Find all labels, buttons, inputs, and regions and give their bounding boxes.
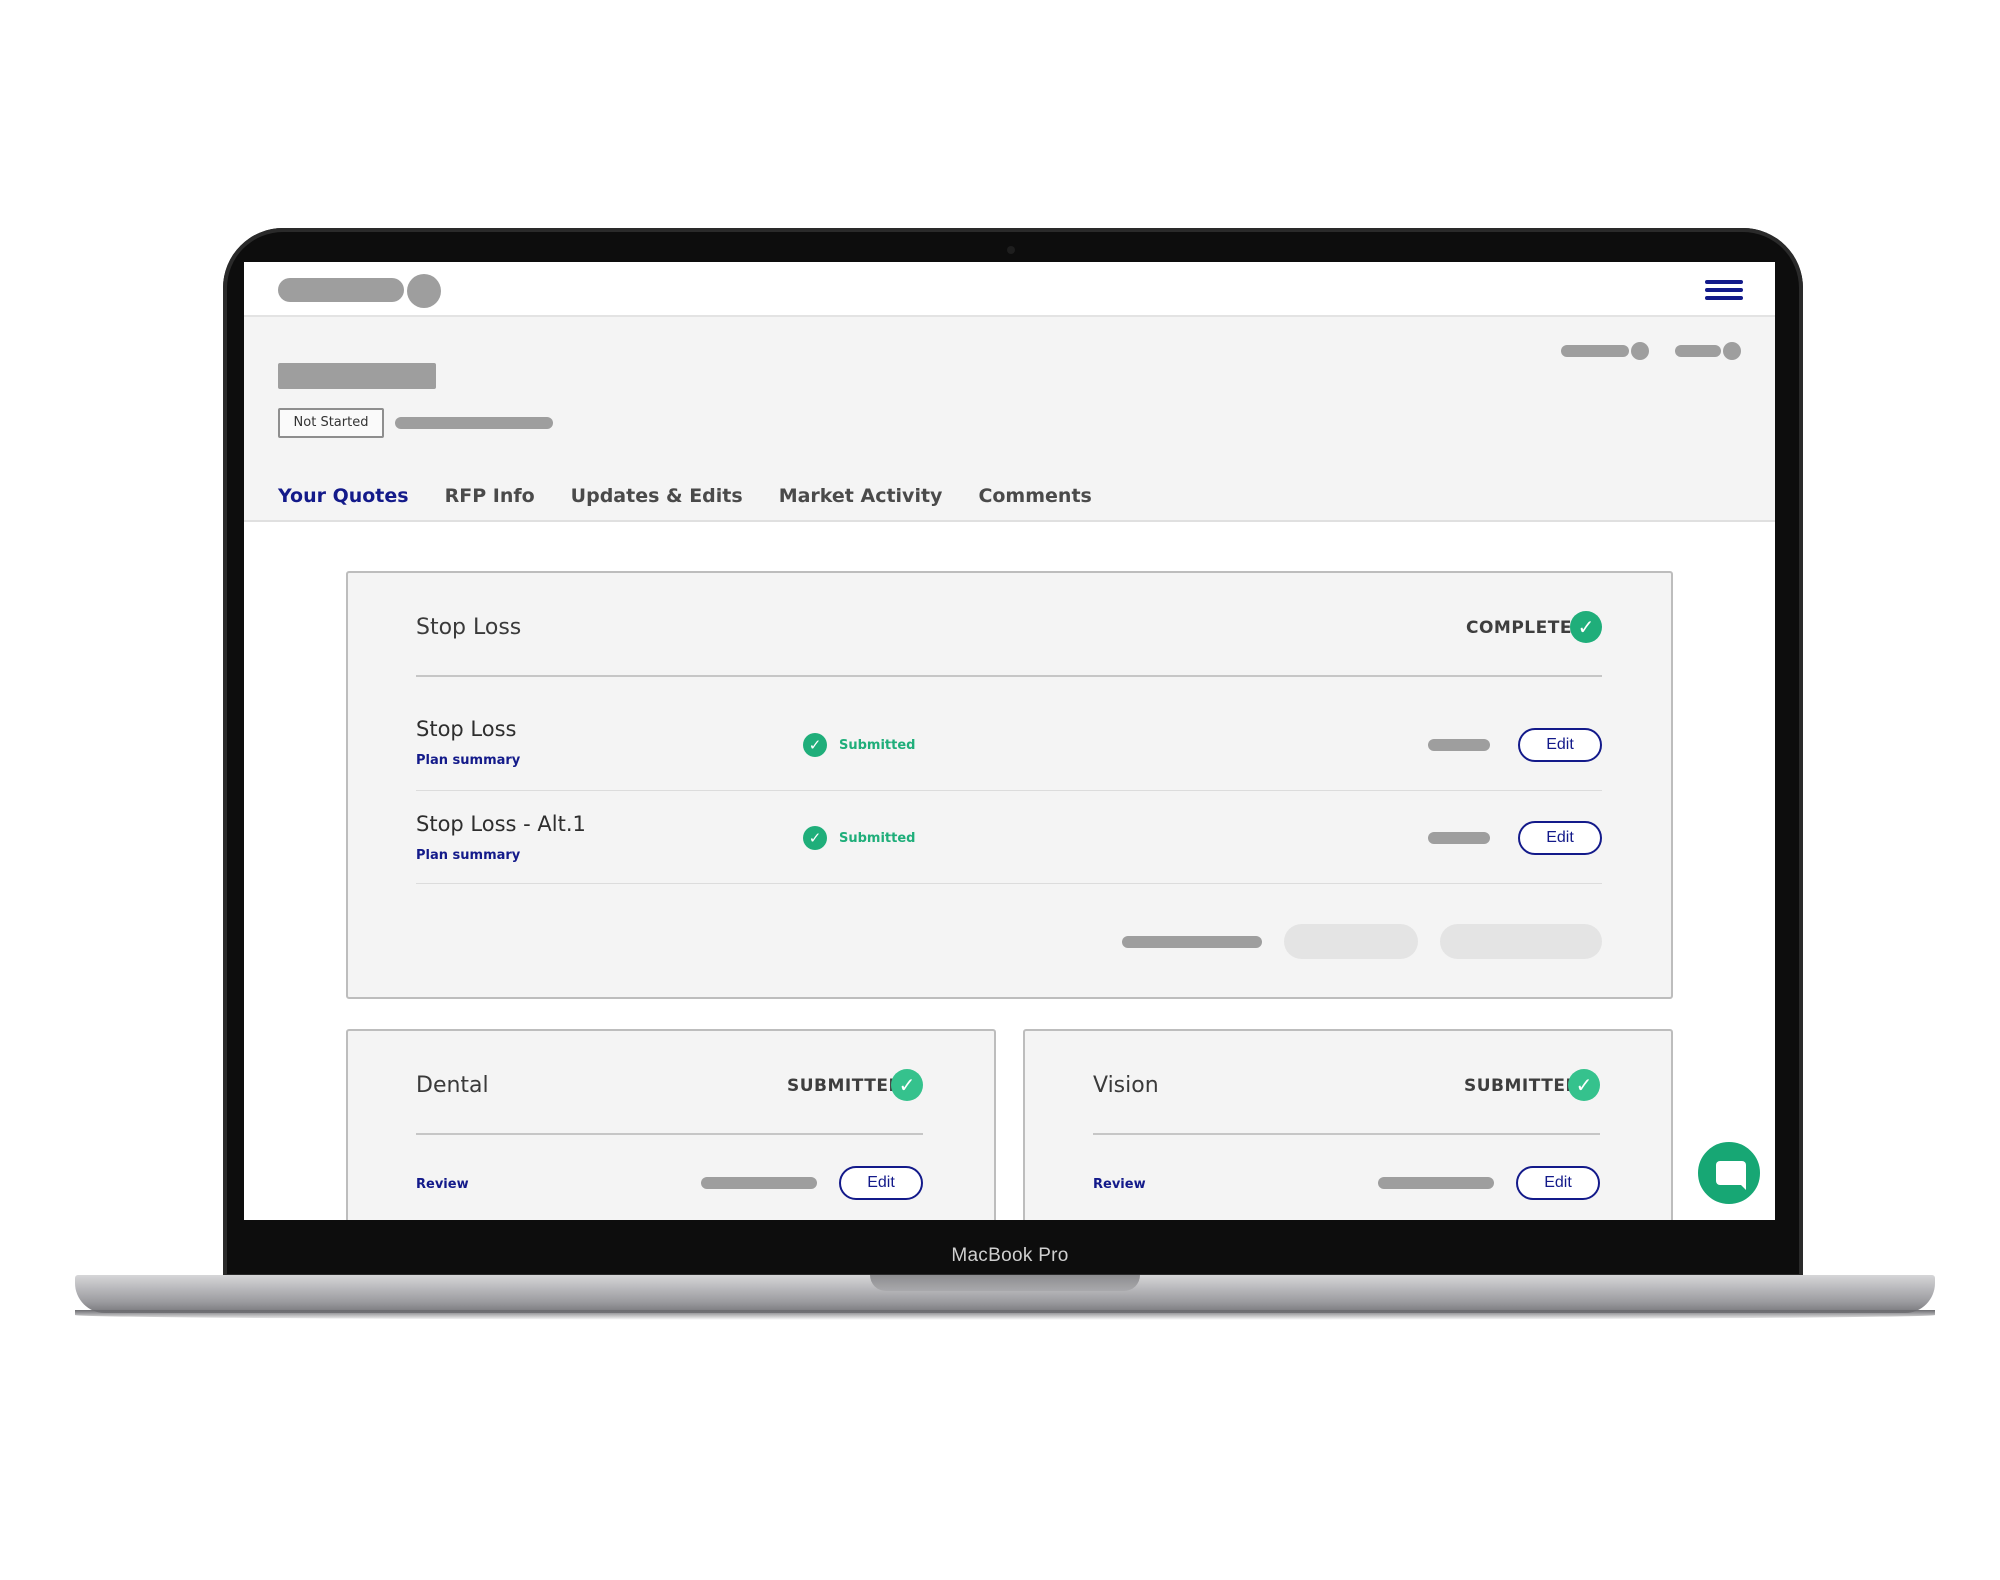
header-action-placeholder-2[interactable] bbox=[1675, 345, 1721, 357]
laptop-base-shadow bbox=[75, 1310, 1935, 1320]
footer-text-placeholder bbox=[1122, 936, 1262, 948]
chat-button[interactable] bbox=[1695, 1139, 1763, 1207]
header-action-dot-1 bbox=[1631, 342, 1649, 360]
subtitle-placeholder bbox=[395, 417, 553, 429]
card-title: Stop Loss bbox=[416, 615, 522, 640]
check-circle-icon: ✓ bbox=[803, 826, 827, 850]
check-circle-icon: ✓ bbox=[1570, 611, 1602, 643]
status-badge: Not Started bbox=[278, 408, 384, 438]
check-circle-icon: ✓ bbox=[803, 733, 827, 757]
chat-bubble-tail bbox=[1736, 1180, 1746, 1190]
divider bbox=[1093, 1133, 1600, 1135]
card-title: Dental bbox=[416, 1073, 489, 1098]
card-status: SUBMITTED bbox=[1464, 1076, 1581, 1096]
check-circle-icon: ✓ bbox=[1568, 1069, 1600, 1101]
edit-button[interactable]: Edit bbox=[1518, 821, 1602, 855]
review-link[interactable]: Review bbox=[416, 1177, 469, 1192]
edit-button[interactable]: Edit bbox=[1518, 728, 1602, 762]
device-label: MacBook Pro bbox=[951, 1245, 1069, 1266]
card-status: COMPLETE bbox=[1466, 618, 1572, 638]
submitted-status: Submitted bbox=[839, 831, 916, 846]
row-divider bbox=[416, 790, 1602, 791]
camera-icon bbox=[1007, 246, 1015, 254]
edit-button[interactable]: Edit bbox=[839, 1166, 923, 1200]
row-divider bbox=[416, 883, 1602, 884]
page-title-placeholder bbox=[278, 363, 436, 389]
quote-row-title: Stop Loss - Alt.1 bbox=[416, 812, 586, 836]
value-placeholder bbox=[1378, 1177, 1494, 1189]
logo-placeholder bbox=[278, 278, 404, 302]
hamburger-menu-icon[interactable] bbox=[1705, 280, 1743, 300]
laptop-notch bbox=[870, 1275, 1140, 1291]
footer-button-placeholder-1[interactable] bbox=[1284, 924, 1418, 959]
plan-summary-link[interactable]: Plan summary bbox=[416, 753, 520, 768]
logo-placeholder-dot bbox=[407, 274, 441, 308]
footer-button-placeholder-2[interactable] bbox=[1440, 924, 1602, 959]
value-placeholder bbox=[1428, 832, 1490, 844]
header-action-placeholder-1[interactable] bbox=[1561, 345, 1629, 357]
card-title: Vision bbox=[1093, 1073, 1159, 1098]
divider bbox=[416, 1133, 923, 1135]
submitted-status: Submitted bbox=[839, 738, 916, 753]
review-link[interactable]: Review bbox=[1093, 1177, 1146, 1192]
check-circle-icon: ✓ bbox=[891, 1069, 923, 1101]
app-screen: Not Started Your Quotes RFP Info Updates… bbox=[244, 262, 1775, 1220]
value-placeholder bbox=[1428, 739, 1490, 751]
plan-summary-link[interactable]: Plan summary bbox=[416, 848, 520, 863]
value-placeholder bbox=[701, 1177, 817, 1189]
divider bbox=[416, 675, 1602, 677]
top-bar bbox=[244, 262, 1775, 317]
quote-row-title: Stop Loss bbox=[416, 717, 517, 741]
vision-card: Vision SUBMITTED ✓ Review Edit bbox=[1023, 1029, 1673, 1220]
card-status: SUBMITTED bbox=[787, 1076, 904, 1096]
stop-loss-card: Stop Loss COMPLETE ✓ Stop Loss Plan summ… bbox=[346, 571, 1673, 999]
edit-button[interactable]: Edit bbox=[1516, 1166, 1600, 1200]
dental-card: Dental SUBMITTED ✓ Review Edit bbox=[346, 1029, 996, 1220]
header-action-dot-2 bbox=[1723, 342, 1741, 360]
